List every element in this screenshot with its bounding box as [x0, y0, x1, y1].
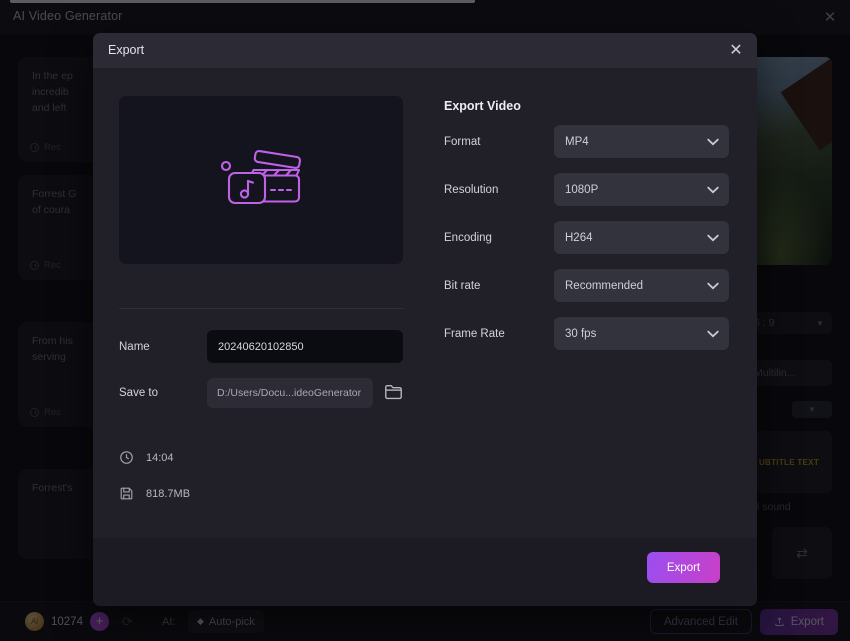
resolution-select[interactable]: 1080P [554, 173, 729, 206]
filesize-row: 818.7MB [119, 486, 190, 501]
clock-icon [119, 450, 134, 465]
save-to-label: Save to [119, 387, 207, 399]
resolution-label: Resolution [444, 184, 554, 196]
bitrate-select[interactable]: Recommended [554, 269, 729, 302]
bitrate-value: Recommended [565, 280, 643, 292]
filesize-value: 818.7MB [146, 488, 190, 500]
framerate-label: Frame Rate [444, 328, 554, 340]
dialog-body: Name Save to D:/Users/Docu...ideoGenerat… [93, 68, 757, 538]
name-field-row: Name [119, 330, 403, 363]
framerate-select[interactable]: 30 fps [554, 317, 729, 350]
section-divider [119, 308, 403, 309]
dialog-footer: Export [93, 538, 757, 606]
format-label: Format [444, 136, 554, 148]
save-to-field-row: Save to D:/Users/Docu...ideoGenerator [119, 378, 404, 408]
duration-value: 14:04 [146, 452, 174, 464]
folder-icon[interactable] [384, 383, 404, 403]
format-select[interactable]: MP4 [554, 125, 729, 158]
format-value: MP4 [565, 136, 589, 148]
dialog-header: Export ✕ [93, 33, 757, 68]
save-path-value[interactable]: D:/Users/Docu...ideoGenerator [207, 378, 373, 408]
chevron-down-icon [707, 125, 719, 158]
resolution-row: Resolution 1080P [444, 173, 729, 206]
chevron-down-icon [707, 269, 719, 302]
dialog-title: Export [108, 43, 144, 57]
encoding-select[interactable]: H264 [554, 221, 729, 254]
chevron-down-icon [707, 173, 719, 206]
duration-row: 14:04 [119, 450, 174, 465]
chevron-down-icon [707, 317, 719, 350]
bitrate-label: Bit rate [444, 280, 554, 292]
chevron-down-icon [707, 221, 719, 254]
dialog-close-icon[interactable]: ✕ [726, 41, 746, 61]
video-thumbnail [119, 96, 403, 264]
bitrate-row: Bit rate Recommended [444, 269, 729, 302]
encoding-label: Encoding [444, 232, 554, 244]
export-video-heading: Export Video [444, 99, 521, 113]
encoding-value: H264 [565, 232, 593, 244]
encoding-row: Encoding H264 [444, 221, 729, 254]
name-input[interactable] [207, 330, 403, 363]
save-disk-icon [119, 486, 134, 501]
framerate-row: Frame Rate 30 fps [444, 317, 729, 350]
name-label: Name [119, 341, 207, 353]
resolution-value: 1080P [565, 184, 598, 196]
clapperboard-music-icon [215, 148, 307, 212]
export-confirm-button[interactable]: Export [647, 552, 720, 583]
app-root: In the ep incredib and left Rec Forrest … [0, 0, 850, 641]
format-row: Format MP4 [444, 125, 729, 158]
framerate-value: 30 fps [565, 328, 596, 340]
export-dialog: Export ✕ [93, 33, 757, 606]
